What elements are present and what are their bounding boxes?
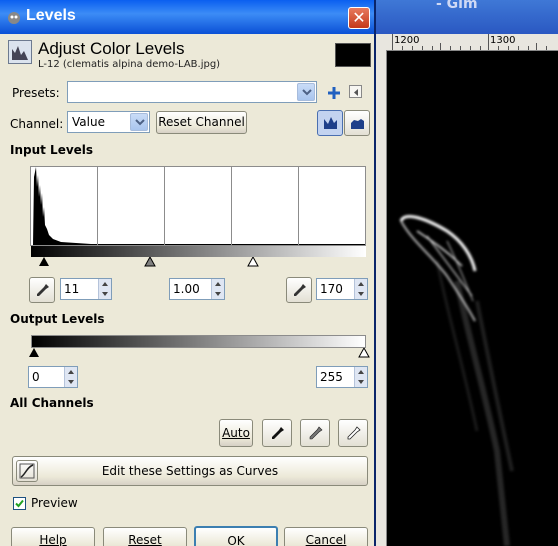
ruler-label: 1200	[394, 35, 420, 46]
preview-thumbnail	[335, 43, 371, 67]
chevron-down-icon[interactable]	[130, 113, 148, 131]
preview-label: Preview	[31, 496, 78, 510]
low-output-spinner[interactable]: 0	[28, 366, 78, 388]
eyedropper-icon	[347, 426, 361, 440]
pick-gray-all-button[interactable]	[300, 419, 330, 447]
levels-icon	[8, 40, 32, 64]
image-canvas[interactable]	[387, 51, 558, 546]
high-output-spinner[interactable]: 255	[316, 366, 368, 388]
edit-as-curves-label: Edit these Settings as Curves	[101, 464, 279, 478]
grid-line	[298, 166, 299, 246]
pick-white-point-button[interactable]	[286, 277, 312, 303]
add-preset-icon[interactable]	[327, 86, 341, 100]
low-input-spinner[interactable]: 11	[60, 278, 112, 300]
input-gradient	[31, 246, 366, 257]
pick-white-all-button[interactable]	[338, 419, 368, 447]
reset-button[interactable]: Reset	[103, 527, 187, 546]
close-button[interactable]: ✕	[348, 7, 370, 29]
ruler-label: 1300	[490, 35, 516, 46]
cancel-button[interactable]: Cancel	[284, 527, 368, 546]
presets-combo[interactable]	[67, 81, 317, 103]
image-window-title: - Gim	[436, 0, 478, 12]
low-input-handle[interactable]	[38, 257, 50, 267]
chevron-down-icon[interactable]	[297, 83, 315, 101]
eyedropper-icon	[309, 426, 323, 440]
gimp-icon	[8, 12, 20, 24]
image-window-titlebar: - Gim	[376, 0, 558, 34]
pick-black-point-button[interactable]	[29, 277, 55, 303]
vertical-ruler[interactable]	[376, 50, 387, 546]
dialog-title: Levels	[26, 7, 76, 24]
gamma-spinner[interactable]: 1.00	[169, 278, 225, 300]
grid-line	[164, 166, 165, 246]
linear-histogram-icon[interactable]	[317, 110, 343, 136]
channel-label: Channel:	[10, 117, 64, 131]
auto-button[interactable]: Auto	[219, 419, 253, 447]
image-window: - Gim 1200 1300	[376, 0, 558, 546]
channel-value: Value	[72, 115, 105, 129]
dialog-heading: Adjust Color Levels	[38, 39, 185, 58]
high-input-handle[interactable]	[247, 257, 259, 267]
eyedropper-icon	[294, 284, 306, 296]
channel-combo[interactable]: Value	[67, 111, 150, 133]
input-levels-heading: Input Levels	[10, 143, 94, 157]
output-levels-heading: Output Levels	[10, 312, 105, 326]
preset-menu-icon[interactable]	[349, 85, 362, 98]
help-button[interactable]: Help	[11, 527, 95, 546]
edit-as-curves-button[interactable]: Edit these Settings as Curves	[12, 456, 368, 486]
curves-icon	[16, 460, 38, 482]
levels-dialog: Levels ✕ Adjust Color Levels L-12 (clema…	[0, 0, 376, 546]
high-output-handle[interactable]	[358, 348, 370, 358]
log-histogram-icon[interactable]	[344, 110, 370, 136]
ok-button[interactable]: OK	[194, 526, 278, 546]
preview-checkbox[interactable]	[13, 497, 26, 510]
pick-black-all-button[interactable]	[262, 419, 292, 447]
horizontal-ruler[interactable]: 1200 1300	[386, 34, 558, 51]
gamma-input-handle[interactable]	[144, 257, 156, 267]
reset-channel-button[interactable]: Reset Channel	[156, 111, 247, 134]
all-channels-heading: All Channels	[10, 396, 94, 410]
output-gradient	[31, 335, 366, 348]
high-input-spinner[interactable]: 170	[316, 278, 368, 300]
grid-line	[97, 166, 98, 246]
grid-line	[231, 166, 232, 246]
eyedropper-icon	[37, 284, 49, 296]
low-output-handle[interactable]	[28, 348, 40, 358]
eyedropper-icon	[272, 427, 284, 439]
dialog-titlebar: Levels ✕	[0, 0, 374, 34]
histogram	[30, 166, 366, 246]
presets-label: Presets:	[12, 86, 60, 100]
dialog-subheading: L-12 (clematis alpina demo-LAB.jpg)	[38, 59, 221, 70]
